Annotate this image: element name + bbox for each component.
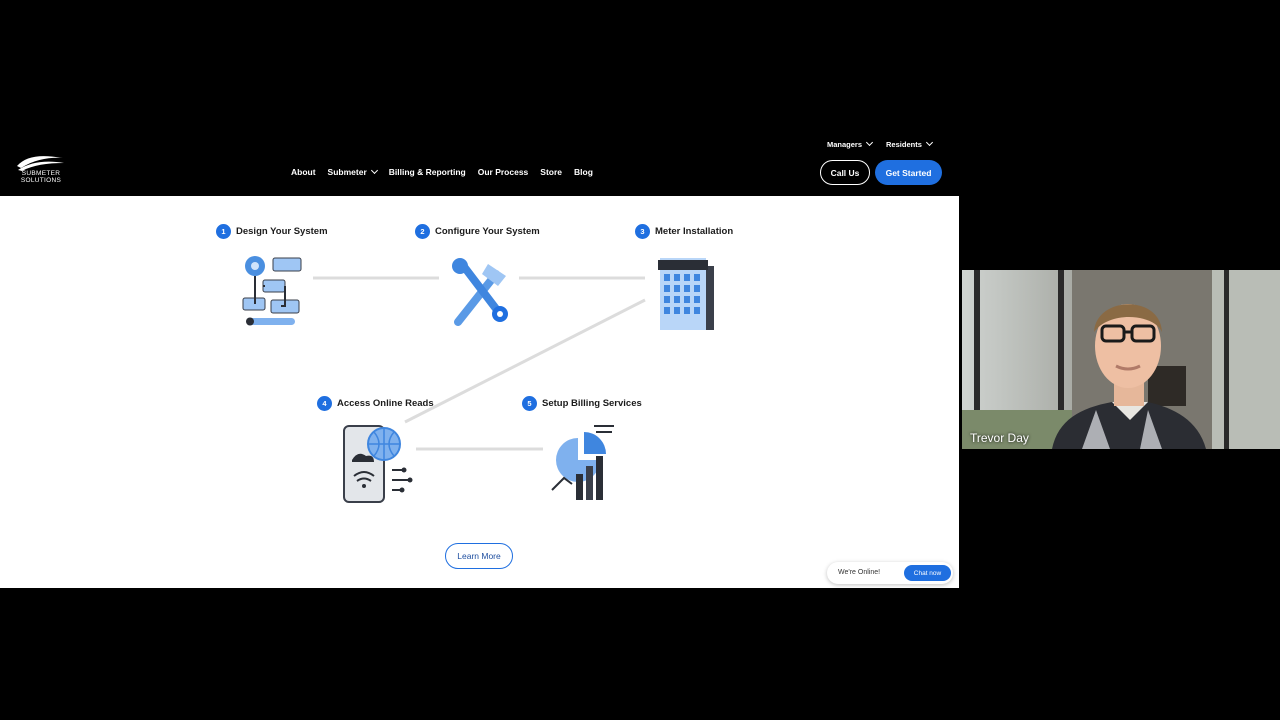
logo-line-2: SOLUTIONS <box>20 177 62 184</box>
process-connectors <box>313 276 646 451</box>
nav-item-submeter-label: Submeter <box>327 167 367 177</box>
nav-item-blog[interactable]: Blog <box>574 167 593 177</box>
mobile-globe-icon <box>343 425 413 503</box>
step-number: 2 <box>415 224 430 239</box>
participant-name: Trevor Day <box>970 431 1029 445</box>
chat-now-button[interactable]: Chat now <box>904 565 951 581</box>
top-links: Managers Residents <box>827 138 933 149</box>
step-5: 5 Setup Billing Services <box>522 396 642 411</box>
step-number: 1 <box>216 224 231 239</box>
nav-item-store[interactable]: Store <box>540 167 562 177</box>
chat-status: We're Online! <box>838 569 881 576</box>
step-number: 5 <box>522 396 537 411</box>
building-icon <box>658 258 714 330</box>
call-us-button[interactable]: Call Us <box>820 160 870 185</box>
logo-wave-icon <box>17 156 64 171</box>
top-link-managers-label: Managers <box>827 140 863 149</box>
top-link-managers[interactable]: Managers <box>827 138 874 149</box>
main-nav: About Submeter Billing & Reporting Our P… <box>291 166 593 177</box>
step-1: 1 Design Your System <box>216 224 328 239</box>
participant-video-frame <box>962 270 1280 449</box>
nav-item-about[interactable]: About <box>291 167 316 177</box>
logo-text: SUBMETER SOLUTIONS <box>20 170 62 184</box>
nav-item-submeter[interactable]: Submeter <box>327 166 378 177</box>
top-link-residents-label: Residents <box>886 140 922 149</box>
billing-chart-icon <box>551 425 614 500</box>
step-number: 4 <box>317 396 332 411</box>
step-title: Design Your System <box>236 226 328 237</box>
step-3: 3 Meter Installation <box>635 224 733 239</box>
chevron-down-icon <box>925 138 933 147</box>
step-4: 4 Access Online Reads <box>317 396 434 411</box>
nav-item-our-process[interactable]: Our Process <box>478 167 529 177</box>
get-started-button[interactable]: Get Started <box>875 160 942 185</box>
step-2: 2 Configure Your System <box>415 224 540 239</box>
step-title: Access Online Reads <box>337 398 434 409</box>
nav-item-billing-reporting[interactable]: Billing & Reporting <box>389 167 466 177</box>
site-header: SUBMETER SOLUTIONS Managers Residents Ab… <box>0 132 959 196</box>
system-design-icon <box>242 256 302 326</box>
learn-more-button[interactable]: Learn More <box>445 543 513 569</box>
step-number: 3 <box>635 224 650 239</box>
chevron-down-icon <box>370 166 378 175</box>
top-link-residents[interactable]: Residents <box>886 138 933 149</box>
step-title: Setup Billing Services <box>542 398 642 409</box>
participant-video-tile[interactable]: Trevor Day <box>962 270 1280 449</box>
chat-widget: We're Online! Chat now <box>827 562 953 584</box>
shared-screen: SUBMETER SOLUTIONS Managers Residents Ab… <box>0 132 959 588</box>
tools-icon <box>452 258 508 326</box>
step-title: Configure Your System <box>435 226 540 237</box>
chevron-down-icon <box>865 138 874 147</box>
step-title: Meter Installation <box>655 226 734 237</box>
logo-line-1: SUBMETER <box>21 170 61 177</box>
